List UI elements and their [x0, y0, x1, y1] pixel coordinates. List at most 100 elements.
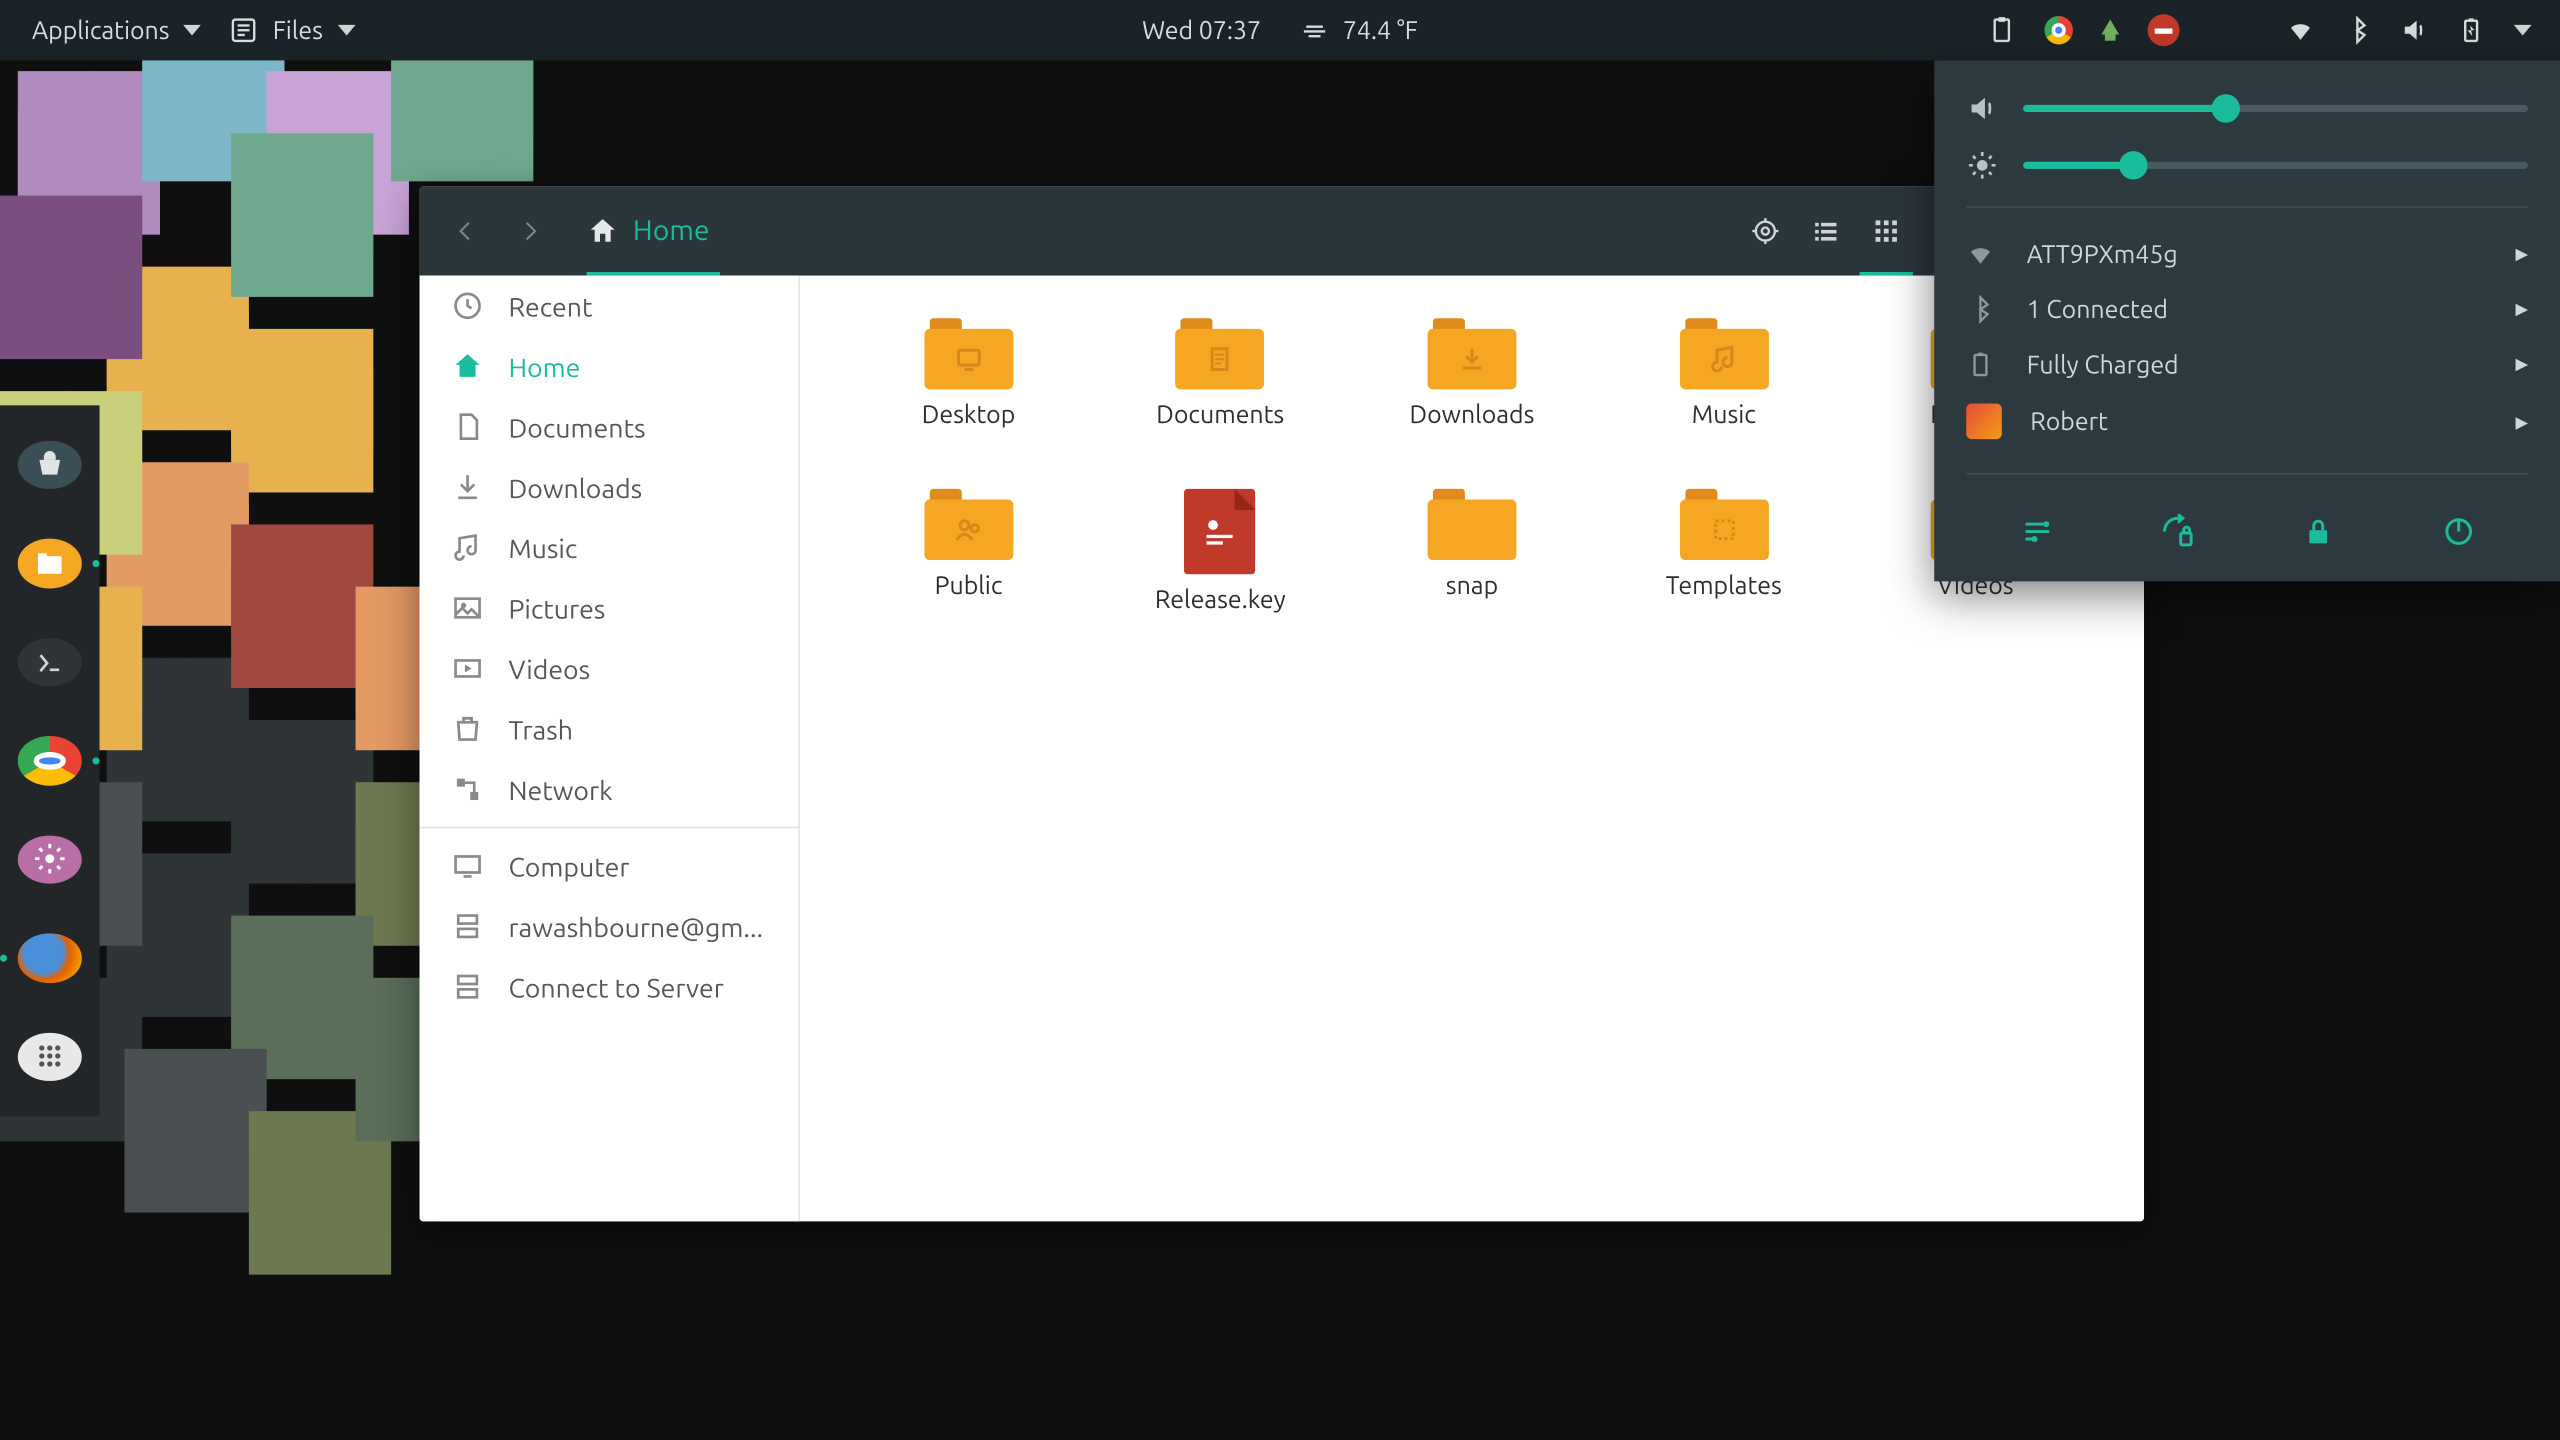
weather-indicator[interactable]: 74.4 °F: [1300, 16, 1418, 44]
sidebar-item-network[interactable]: Network: [420, 759, 799, 819]
folder-icon: [1428, 489, 1517, 560]
wifi-icon: [1966, 239, 1998, 267]
file-manager-window: Home Recent Home Documents Downloads Mus…: [420, 187, 2144, 1222]
file-item[interactable]: Downloads: [1346, 318, 1598, 489]
volume-slider-row: [1966, 92, 2528, 124]
file-label: Downloads: [1410, 400, 1535, 428]
user-avatar-icon: [1966, 404, 2002, 440]
clock[interactable]: Wed 07:37: [1142, 16, 1261, 44]
top-panel: Applications Files Wed 07:37 74.4 °F: [0, 0, 2560, 60]
back-button[interactable]: [441, 206, 491, 256]
file-item[interactable]: Music: [1598, 318, 1850, 489]
trash-icon: [452, 713, 484, 745]
dock-terminal[interactable]: [18, 638, 82, 687]
sidebar-item-remote[interactable]: rawashbourne@gm...: [420, 896, 799, 956]
server-icon: [452, 971, 484, 1003]
files-label: Files: [273, 16, 323, 44]
forward-button[interactable]: [505, 206, 555, 256]
settings-button[interactable]: [2012, 507, 2062, 557]
dock-firefox[interactable]: [18, 934, 82, 983]
sidebar-item-trash[interactable]: Trash: [420, 699, 799, 759]
chevron-down-icon[interactable]: [2514, 25, 2532, 36]
brightness-slider[interactable]: [2023, 162, 2528, 169]
dock-chrome[interactable]: [18, 736, 82, 785]
file-label: Documents: [1156, 400, 1284, 428]
power-button[interactable]: [2433, 507, 2483, 557]
sidebar-item-downloads[interactable]: Downloads: [420, 457, 799, 517]
chevron-down-icon: [337, 25, 355, 36]
sidebar-item-pictures[interactable]: Pictures: [420, 578, 799, 638]
folder-icon: [924, 318, 1013, 389]
file-item[interactable]: snap: [1346, 489, 1598, 660]
sidebar-item-connect-server[interactable]: Connect to Server: [420, 956, 799, 1016]
user-menu-item[interactable]: Robert▸: [1966, 391, 2528, 451]
weather-icon: [1300, 16, 1328, 44]
dock-software[interactable]: [18, 441, 82, 490]
brightness-icon: [1966, 149, 1998, 181]
sidebar-item-home[interactable]: Home: [420, 336, 799, 396]
dock-app-grid[interactable]: [18, 1032, 82, 1081]
wifi-menu-item[interactable]: ATT9PXm45g▸: [1966, 226, 2528, 281]
chevron-right-icon: ▸: [2516, 406, 2529, 436]
file-label: Templates: [1666, 571, 1782, 599]
battery-icon[interactable]: [2457, 16, 2485, 44]
lock-button[interactable]: [2292, 507, 2342, 557]
list-view-button[interactable]: [1796, 201, 1856, 261]
system-menu: ATT9PXm45g▸ 1 Connected▸ Fully Charged▸ …: [1934, 60, 2560, 581]
chevron-down-icon: [184, 25, 202, 36]
no-entry-icon[interactable]: [2148, 14, 2180, 46]
brightness-slider-row: [1966, 149, 2528, 181]
folder-icon: [1679, 318, 1768, 389]
sidebar-item-recent[interactable]: Recent: [420, 276, 799, 336]
file-item[interactable]: Release.key: [1094, 489, 1346, 660]
key-file-icon: [1185, 489, 1256, 574]
file-label: Music: [1692, 400, 1756, 428]
grid-view-button[interactable]: [1856, 201, 1916, 261]
files-menu[interactable]: Files: [230, 16, 355, 44]
sidebar-item-music[interactable]: Music: [420, 517, 799, 577]
sidebar-item-videos[interactable]: Videos: [420, 638, 799, 698]
battery-menu-item[interactable]: Fully Charged▸: [1966, 336, 2528, 391]
volume-icon[interactable]: [2400, 16, 2428, 44]
video-icon: [452, 652, 484, 684]
folder-icon: [1679, 489, 1768, 560]
sidebar-item-computer[interactable]: Computer: [420, 836, 799, 896]
file-label: Desktop: [922, 400, 1016, 428]
chrome-tray-icon[interactable]: [2044, 16, 2072, 44]
location-button[interactable]: [1735, 201, 1795, 261]
folder-icon: [1428, 318, 1517, 389]
home-icon: [452, 350, 484, 382]
file-item[interactable]: Templates: [1598, 489, 1850, 660]
file-item[interactable]: Public: [843, 489, 1095, 660]
clipboard-icon[interactable]: [1988, 16, 2016, 44]
sidebar-item-documents[interactable]: Documents: [420, 396, 799, 456]
files-icon: [230, 16, 258, 44]
applications-menu[interactable]: Applications: [32, 16, 202, 44]
file-label: Public: [935, 571, 1003, 599]
sidebar: Recent Home Documents Downloads Music Pi…: [420, 276, 800, 1222]
dock-files[interactable]: [18, 539, 82, 588]
temperature-label: 74.4 °F: [1343, 16, 1418, 44]
tray-icon[interactable]: [2101, 20, 2119, 41]
dock-settings[interactable]: [18, 835, 82, 884]
volume-slider[interactable]: [2023, 105, 2528, 112]
image-icon: [452, 592, 484, 624]
volume-icon: [1966, 92, 1998, 124]
file-item[interactable]: Desktop: [843, 318, 1095, 489]
rotation-lock-button[interactable]: [2152, 507, 2202, 557]
file-label: Release.key: [1155, 585, 1286, 613]
dock: [0, 405, 100, 1116]
breadcrumb-home[interactable]: Home: [587, 187, 710, 276]
breadcrumb-label: Home: [633, 215, 710, 247]
music-icon: [452, 532, 484, 564]
network-icon: [452, 773, 484, 805]
folder-icon: [924, 489, 1013, 560]
documents-icon: [452, 411, 484, 443]
file-item[interactable]: Documents: [1094, 318, 1346, 489]
wifi-icon[interactable]: [2286, 16, 2314, 44]
applications-label: Applications: [32, 16, 170, 44]
computer-icon: [452, 850, 484, 882]
window-header: Home: [420, 187, 2144, 276]
bluetooth-icon[interactable]: [2343, 16, 2371, 44]
bluetooth-menu-item[interactable]: 1 Connected▸: [1966, 281, 2528, 336]
